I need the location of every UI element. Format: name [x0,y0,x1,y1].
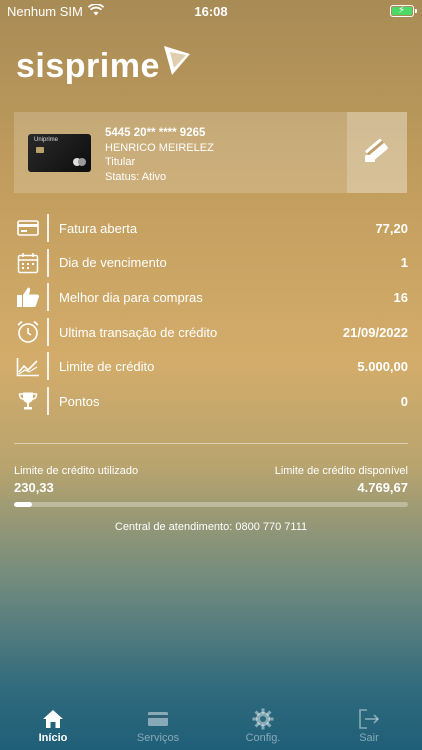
row-label: Melhor dia para compras [59,289,203,305]
chart-icon [14,355,42,379]
available-limit-label: Limite de crédito disponível [274,465,408,477]
row-fatura-aberta[interactable]: Fatura aberta 77,20 [14,211,408,246]
card-type: Titular [105,156,136,168]
tab-label: Config. [245,732,281,744]
card-number: 5445 20** **** 9265 [105,127,206,139]
used-limit-label: Limite de crédito utilizado [14,465,139,477]
trophy-icon [14,389,42,413]
card-icon [14,216,42,240]
tab-config[interactable]: Config. [223,706,303,744]
row-label: Limite de crédito [59,359,155,375]
row-value: 0 [400,393,408,409]
clock: 16:08 [194,4,228,19]
logo-arrow-icon [162,44,192,83]
row-label: Fatura aberta [59,220,138,236]
credit-usage-progress [14,502,408,507]
available-limit-value: 4.769,67 [357,480,408,495]
row-melhor-dia[interactable]: Melhor dia para compras 16 [14,280,408,315]
row-value: 5.000,00 [357,359,408,375]
credit-usage-bar [14,502,33,507]
divider [14,443,408,444]
row-value: 16 [393,289,408,305]
tab-bar: Início Serviços Config. Sair [0,702,422,750]
row-value: 77,20 [375,220,408,236]
row-limite-credito[interactable]: Limite de crédito 5.000,00 [14,349,408,384]
tab-inicio[interactable]: Início [13,706,93,744]
alarm-clock-icon [14,320,42,344]
tab-label: Serviços [136,732,180,744]
card-status: Status: Ativo [105,170,167,183]
thumbs-up-icon [14,285,42,309]
card-info: 5445 20** **** 9265 HENRICO MEIRELEZ Tit… [105,126,214,184]
row-ultima-transacao[interactable]: Ultima transação de crédito 21/09/2022 [14,315,408,350]
row-label: Dia de vencimento [59,255,167,271]
logo-text: sisprime [16,47,160,85]
row-label: Ultima transação de crédito [59,324,218,340]
card-action-button[interactable] [347,112,407,193]
card-icon [118,706,198,732]
logout-icon [329,706,409,732]
row-label: Pontos [59,393,100,409]
calendar-icon [14,251,42,275]
row-value: 21/09/2022 [342,324,408,340]
tab-label: Sair [359,732,379,744]
card-panel[interactable]: Uniprime 5445 20** **** 9265 HENRICO MEI… [14,112,407,193]
home-icon [13,706,93,732]
credit-card-image: Uniprime [28,134,91,172]
card-brand: Uniprime [34,137,59,143]
tab-sair[interactable]: Sair [329,706,409,744]
card-swap-icon [363,136,391,169]
gear-icon [223,706,303,732]
row-value: 1 [400,255,408,271]
support-phone: Central de atendimento: 0800 770 7111 [114,521,308,533]
status-bar: Nenhum SIM 16:08 ⚡ [0,0,422,22]
used-limit-value: 230,33 [14,480,54,495]
tab-servicos[interactable]: Serviços [118,706,198,744]
sisprime-logo: sisprime [16,46,192,86]
row-dia-vencimento[interactable]: Dia de vencimento 1 [14,246,408,281]
row-pontos[interactable]: Pontos 0 [14,384,408,419]
card-details-list: Fatura aberta 77,20 Dia de vencimento 1 … [14,211,408,419]
card-holder: HENRICO MEIRELEZ [105,141,214,154]
tab-label: Início [38,732,68,744]
battery-icon: ⚡ [390,5,417,17]
card-chip-icon [36,147,44,153]
